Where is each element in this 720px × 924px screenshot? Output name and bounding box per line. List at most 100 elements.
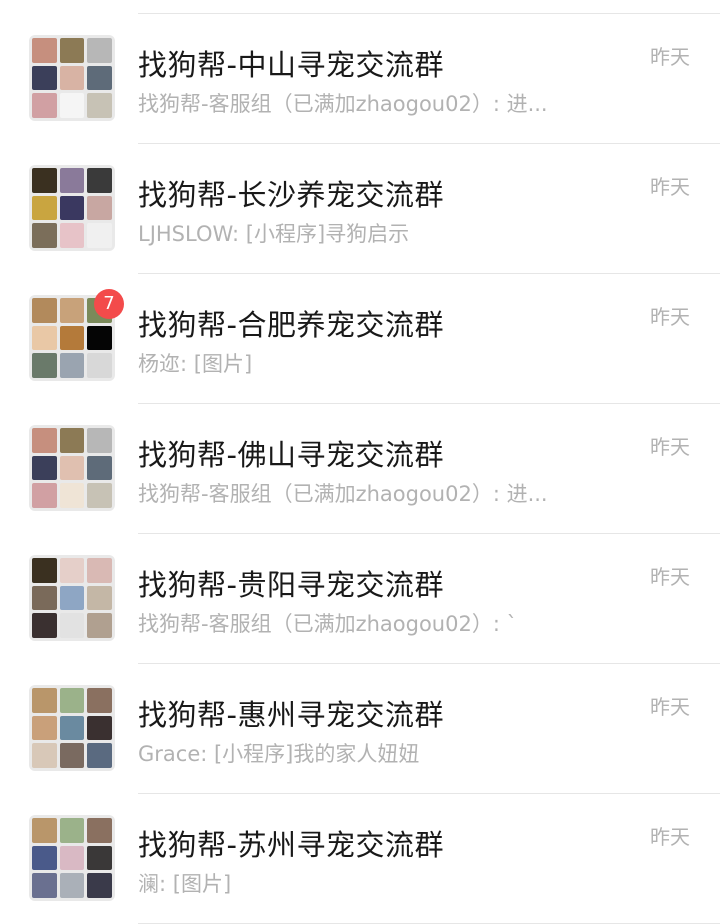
avatar-tile [32, 613, 57, 638]
avatar-tile [32, 38, 57, 63]
avatar-tile [59, 353, 85, 378]
chat-list: 找狗帮-中山寻宠交流群找狗帮-客服组（已满加zhaogou02）: 进... 昨天… [0, 14, 720, 924]
chat-timestamp: 昨天 [650, 175, 690, 199]
avatar-tile [59, 743, 85, 768]
avatar-tile [87, 688, 112, 713]
avatar-tile [59, 715, 85, 741]
avatar-tile [59, 585, 85, 611]
avatar-tile [87, 325, 112, 351]
avatar-grid [29, 815, 115, 901]
avatar-tile [32, 585, 57, 611]
avatar-tile [59, 483, 85, 508]
chat-preview: 找狗帮-客服组（已满加zhaogou02）: ` [138, 612, 518, 636]
chat-title: 找狗帮-佛山寻宠交流群 [138, 438, 444, 472]
chat-title: 找狗帮-苏州寻宠交流群 [138, 828, 444, 862]
avatar-grid [29, 165, 115, 251]
avatar-tile [87, 873, 112, 898]
avatar-tile [87, 483, 112, 508]
avatar-tile [87, 195, 112, 221]
avatar-tile [87, 845, 112, 871]
avatar-tile [87, 585, 112, 611]
chat-title: 找狗帮-合肥养宠交流群 [138, 308, 444, 342]
avatar-tile [32, 455, 57, 481]
group-avatar[interactable] [29, 35, 115, 121]
avatar-tile [87, 558, 112, 583]
avatar-tile [87, 715, 112, 741]
chat-preview: 找狗帮-客服组（已满加zhaogou02）: 进... [138, 92, 548, 116]
avatar-tile [87, 455, 112, 481]
avatar-tile [32, 195, 57, 221]
avatar-tile [59, 298, 85, 323]
avatar-tile [87, 65, 112, 91]
avatar-tile [32, 65, 57, 91]
avatar-tile [87, 743, 112, 768]
chat-preview: 澜: [图片] [138, 872, 232, 896]
avatar-grid [29, 425, 115, 511]
chat-timestamp: 昨天 [650, 695, 690, 719]
chat-timestamp: 昨天 [650, 435, 690, 459]
avatar-tile [32, 845, 57, 871]
avatar-tile [32, 353, 57, 378]
chat-title: 找狗帮-惠州寻宠交流群 [138, 698, 444, 732]
chat-title: 找狗帮-贵阳寻宠交流群 [138, 568, 444, 602]
group-avatar[interactable]: 7 [29, 289, 124, 381]
group-avatar[interactable] [29, 685, 115, 771]
avatar-tile [87, 613, 112, 638]
avatar-tile [87, 353, 112, 378]
avatar-tile [32, 743, 57, 768]
avatar-tile [59, 818, 85, 843]
avatar-tile [59, 845, 85, 871]
avatar-tile [59, 558, 85, 583]
chat-timestamp: 昨天 [650, 825, 690, 849]
avatar-tile [32, 223, 57, 248]
avatar-tile [87, 168, 112, 193]
avatar-grid [29, 685, 115, 771]
avatar-tile [32, 558, 57, 583]
avatar-tile [59, 613, 85, 638]
chat-row[interactable]: 找狗帮-长沙养宠交流群 LJHSLOW: [小程序]寻狗启示 昨天 [0, 144, 720, 274]
avatar-tile [32, 93, 57, 118]
avatar-tile [59, 223, 85, 248]
group-avatar[interactable] [29, 165, 115, 251]
avatar-tile [59, 455, 85, 481]
avatar-tile [32, 298, 57, 323]
group-avatar[interactable] [29, 425, 115, 511]
chat-preview: LJHSLOW: [小程序]寻狗启示 [138, 222, 410, 246]
chat-preview: 找狗帮-客服组（已满加zhaogou02）: 进... [138, 482, 548, 506]
group-avatar[interactable] [29, 815, 115, 901]
avatar-tile [32, 818, 57, 843]
avatar-tile [32, 168, 57, 193]
chat-row[interactable]: 找狗帮-中山寻宠交流群 找狗帮-客服组（已满加zhaogou02）: 进... 昨天 [0, 14, 720, 144]
avatar-tile [87, 38, 112, 63]
chat-title: 找狗帮-中山寻宠交流群 [138, 48, 444, 82]
chat-row[interactable]: 找狗帮-佛山寻宠交流群找狗帮-客服组（已满加zhaogou02）: 进... 昨天 [0, 404, 720, 534]
chat-row[interactable]: 找狗帮-贵阳寻宠交流群找狗帮-客服组（已满加zhaogou02）: ` 昨天 [0, 534, 720, 664]
avatar-tile [59, 873, 85, 898]
chat-preview: 杨迩: [图片] [138, 352, 253, 376]
avatar-tile [59, 38, 85, 63]
chat-title: 找狗帮-长沙养宠交流群 [138, 178, 444, 212]
avatar-tile [32, 428, 57, 453]
avatar-tile [59, 195, 85, 221]
avatar-tile [59, 168, 85, 193]
avatar-tile [87, 93, 112, 118]
avatar-tile [32, 715, 57, 741]
avatar-tile [59, 428, 85, 453]
chat-timestamp: 昨天 [650, 565, 690, 589]
avatar-grid [29, 555, 115, 641]
avatar-tile [59, 688, 85, 713]
avatar-tile [59, 65, 85, 91]
avatar-tile [87, 818, 112, 843]
chat-timestamp: 昨天 [650, 305, 690, 329]
avatar-tile [87, 428, 112, 453]
avatar-tile [87, 223, 112, 248]
avatar-tile [32, 873, 57, 898]
chat-preview: Grace: [小程序]我的家人妞妞 [138, 742, 420, 766]
avatar-tile [32, 325, 57, 351]
chat-row[interactable]: 找狗帮-苏州寻宠交流群澜: [图片] 昨天 [0, 794, 720, 924]
chat-row[interactable]: 7 找狗帮-合肥养宠交流群杨迩: [图片] 昨天 [0, 274, 720, 404]
avatar-grid [29, 35, 115, 121]
avatar-tile [32, 483, 57, 508]
chat-row[interactable]: 找狗帮-惠州寻宠交流群 Grace: [小程序]我的家人妞妞 昨天 [0, 664, 720, 794]
group-avatar[interactable] [29, 555, 115, 641]
